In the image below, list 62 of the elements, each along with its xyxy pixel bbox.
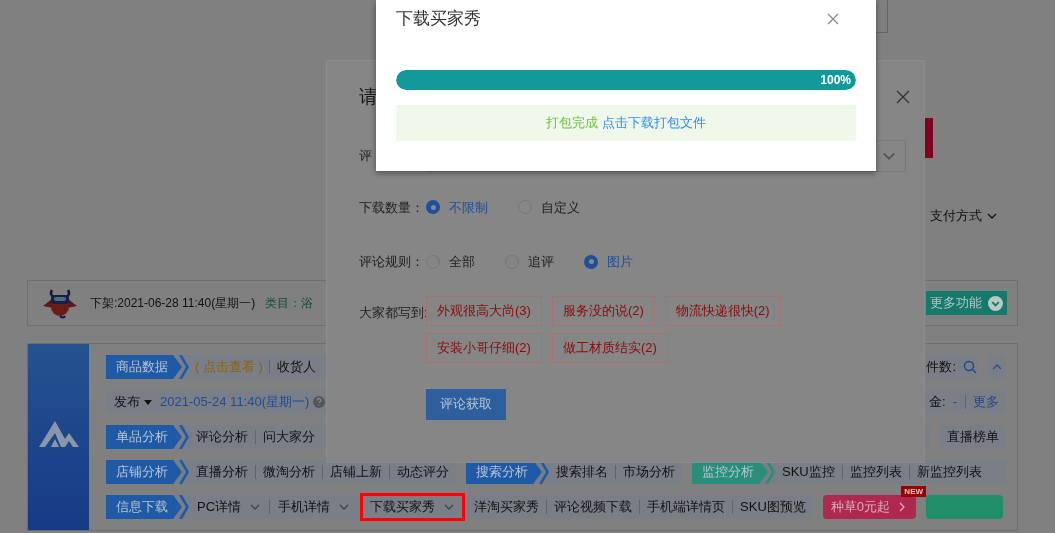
more-features-button[interactable]: 更多功能: [926, 291, 1007, 315]
chevron-icon: [179, 425, 189, 449]
menu-link[interactable]: 问大家分: [256, 430, 322, 444]
dropdown-menu[interactable]: 手机详情: [270, 495, 359, 519]
menu-link[interactable]: 洋淘买家秀: [467, 500, 547, 514]
dropdown-menu[interactable]: 下载买家秀: [362, 495, 464, 519]
radio-label: 追评: [528, 253, 554, 271]
menu-link[interactable]: 搜索排名: [549, 465, 615, 479]
menu-link[interactable]: 新监控列表: [909, 465, 989, 479]
keyword-tag[interactable]: 外观很高大尚(3): [426, 295, 542, 326]
radio-label: 图片: [607, 253, 633, 271]
keyword-tag[interactable]: 物流快递很快(2): [664, 295, 781, 326]
commission-value: -: [952, 393, 958, 412]
menu-link[interactable]: 评论视频下载: [547, 500, 640, 514]
close-icon[interactable]: [896, 90, 910, 105]
search-icon[interactable]: [963, 360, 977, 374]
close-icon[interactable]: [827, 13, 839, 25]
menu-link[interactable]: 店铺上新: [323, 465, 389, 479]
dialog-title: 下载买家秀: [396, 8, 481, 31]
chevron-icon: [179, 355, 189, 379]
delist-time: 下架:2021-06-28 11:40(星期一): [90, 295, 256, 312]
menu-link[interactable]: 市场分析: [616, 465, 682, 479]
menu-link[interactable]: 评论分析: [189, 430, 255, 444]
menu-link[interactable]: 金:: [922, 395, 953, 409]
dialog-title: 请: [359, 85, 378, 109]
keyword-tag[interactable]: 安装小哥仔细(2): [426, 332, 542, 363]
menu-link[interactable]: 直播榜单: [940, 430, 1006, 444]
menu-link[interactable]: 动态评分: [390, 465, 456, 479]
field-label: 下载数量：: [359, 198, 425, 217]
radio-button[interactable]: [584, 254, 598, 269]
menu-link[interactable]: 微淘分析: [256, 465, 322, 479]
keyword-tag[interactable]: 做工材质结实(2): [551, 332, 668, 363]
radio-label: 自定义: [541, 198, 580, 217]
collapse-button[interactable]: [988, 355, 1006, 379]
menu-link[interactable]: 监控列表: [842, 465, 909, 479]
help-icon[interactable]: [313, 396, 326, 408]
radio-label: 全部: [449, 253, 475, 271]
fetch-comments-button[interactable]: 评论获取: [426, 388, 506, 420]
new-badge: NEW: [901, 486, 927, 497]
menu-link[interactable]: 直播分析: [189, 465, 255, 479]
keyword-tag[interactable]: 服务没的说(2): [551, 295, 655, 326]
category-label: 类目：浴: [265, 295, 314, 312]
field-label: 大家都写到:: [359, 303, 426, 322]
menu-link[interactable]: 收货人: [269, 360, 323, 374]
field-label: 评: [359, 146, 373, 165]
publish-dropdown[interactable]: 发布: [106, 392, 160, 412]
radio-button[interactable]: [426, 200, 440, 215]
promo-button[interactable]: 种草0元起: [822, 495, 917, 519]
progress-label: 100%: [820, 72, 851, 89]
menu-link[interactable]: SKU监控: [775, 465, 842, 479]
download-link[interactable]: 点击下载打包文件: [602, 113, 706, 133]
status-text: 打包完成: [546, 114, 598, 133]
chevron-icon: [179, 460, 189, 484]
radio-label: 不限制: [449, 198, 488, 217]
caret-icon: [144, 398, 152, 406]
chevron-icon: [179, 495, 189, 519]
dropdown-menu[interactable]: PC详情: [189, 495, 270, 519]
menu-link[interactable]: SKU图预览: [733, 500, 813, 514]
chevron-circle-icon: [988, 295, 1003, 311]
payment-filter[interactable]: 支付方式: [930, 206, 998, 226]
field-label: 评论规则：: [359, 253, 425, 271]
menu-link[interactable]: 手机端详情页: [640, 500, 733, 514]
